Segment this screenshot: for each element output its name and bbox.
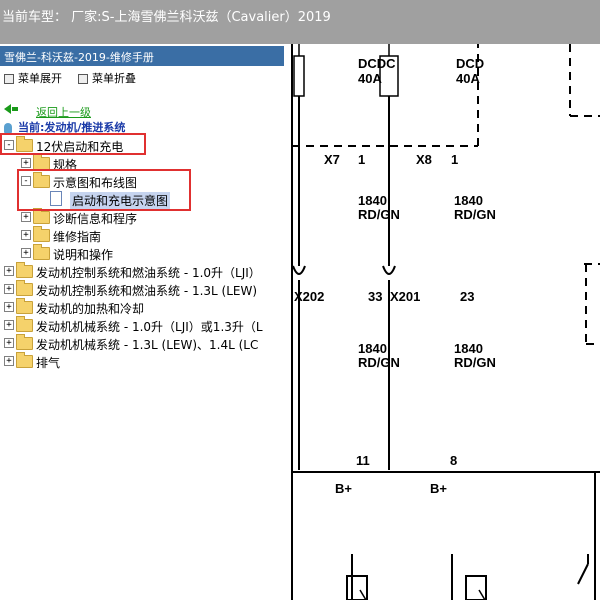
connector-symbol-x202: [292, 265, 306, 275]
tree-node-label: 诊断信息和程序: [53, 212, 138, 226]
pin-11: 11: [356, 453, 370, 468]
expand-toggle-icon[interactable]: +: [4, 320, 14, 330]
expand-toggle-icon[interactable]: +: [4, 338, 14, 348]
wire3-color: RD/GN: [358, 355, 400, 370]
expand-toggle-icon[interactable]: +: [4, 266, 14, 276]
connector-x8-pin: 1: [451, 152, 459, 167]
switch-symbol: [577, 563, 589, 585]
connector-symbol-x201: [382, 265, 396, 275]
connector-x201: X201: [390, 289, 421, 304]
expand-toggle-icon[interactable]: +: [21, 248, 31, 258]
tree-node-label: 维修指南: [53, 230, 102, 244]
wire1-color: RD/GN: [358, 207, 400, 222]
connector-x8: X8: [416, 152, 432, 167]
pin-8: 8: [450, 453, 458, 468]
tree-node-label: 说明和操作: [53, 248, 114, 262]
bplus-label-1: B+: [335, 481, 352, 496]
wire2-color: RD/GN: [454, 207, 496, 222]
back-link[interactable]: 返回上一级: [4, 102, 91, 119]
folder-icon: [16, 334, 33, 350]
connector-x7-pin: 1: [358, 152, 366, 167]
expand-toggle-icon[interactable]: +: [4, 302, 14, 312]
wiring-diagram-view[interactable]: DCDC 40A DCD 40A X7 1 X8 1 1840 RD/GN 18…: [288, 44, 600, 600]
window-title: 当前车型： 厂家:S-上海雪佛兰科沃兹（Cavalier）2019: [2, 10, 331, 25]
connector-x201-pin: 23: [460, 289, 475, 304]
folder-icon: [16, 262, 33, 278]
expand-icon: [4, 74, 14, 84]
wiring-diagram: [291, 44, 600, 600]
folder-icon: [33, 226, 50, 242]
red-highlight-box-schematics: [17, 169, 191, 211]
manual-header: 雪佛兰-科沃兹-2019-维修手册: [0, 46, 284, 66]
tree-node-label: 发动机的加热和冷却: [36, 302, 145, 316]
location-pin-icon: [4, 123, 12, 133]
tree-node-label: 发动机机械系统 - 1.3L (LEW)、1.4L (LC: [36, 338, 259, 352]
fuse1-label: DCDC: [358, 56, 396, 71]
tree-node-label: 发动机控制系统和燃油系统 - 1.3L (LEW): [36, 284, 258, 298]
fuse2-label: DCD: [456, 56, 485, 71]
tree-node-label: 排气: [36, 356, 61, 370]
connector-x202: X202: [294, 289, 325, 304]
back-link-label: 返回上一级: [36, 106, 91, 119]
wire3-size: 1840: [358, 341, 387, 356]
window-titlebar: 当前车型： 厂家:S-上海雪佛兰科沃兹（Cavalier）2019: [0, 0, 600, 44]
wire4-size: 1840: [454, 341, 483, 356]
wire1-size: 1840: [358, 193, 387, 208]
expand-menu-label: 菜单展开: [18, 72, 62, 85]
tree-node-label: 发动机控制系统和燃油系统 - 1.0升（LJI）: [36, 266, 261, 280]
expand-menu-button[interactable]: 菜单展开: [4, 70, 62, 86]
expand-toggle-icon[interactable]: +: [21, 212, 31, 222]
expand-toggle-icon[interactable]: +: [21, 230, 31, 240]
connector-x202-pin: 33: [368, 289, 383, 304]
expand-toggle-icon[interactable]: +: [4, 356, 14, 366]
fuse-body-1: [293, 55, 305, 97]
back-arrow-icon: [4, 104, 11, 114]
connector-x7: X7: [324, 152, 340, 167]
manual-title: 雪佛兰-科沃兹-2019-维修手册: [4, 51, 154, 64]
collapse-icon: [78, 74, 88, 84]
expand-toggle-icon[interactable]: +: [21, 158, 31, 168]
expand-toggle-icon[interactable]: +: [4, 284, 14, 294]
transistor-arrow-1: [359, 589, 367, 600]
collapse-menu-button[interactable]: 菜单折叠: [78, 70, 136, 86]
wire4-color: RD/GN: [454, 355, 496, 370]
folder-icon: [16, 352, 33, 368]
folder-icon: [16, 316, 33, 332]
back-arrow-tail: [12, 107, 18, 111]
manual-navigation-panel: 雪佛兰-科沃兹-2019-维修手册 菜单展开 菜单折叠 返回上一级 当前:发动机…: [0, 44, 284, 600]
tree-node-label: 发动机机械系统 - 1.0升（LJI）或1.3升（L: [36, 320, 263, 334]
fuse2-amp: 40A: [456, 71, 480, 86]
collapse-menu-label: 菜单折叠: [92, 72, 136, 85]
wire2-size: 1840: [454, 193, 483, 208]
folder-icon: [16, 280, 33, 296]
transistor-arrow-2: [478, 589, 486, 600]
folder-icon: [33, 208, 50, 224]
folder-icon: [33, 244, 50, 260]
red-highlight-box-startcharge: [0, 133, 146, 155]
fuse1-amp: 40A: [358, 71, 382, 86]
bplus-label-2: B+: [430, 481, 447, 496]
folder-icon: [16, 298, 33, 314]
